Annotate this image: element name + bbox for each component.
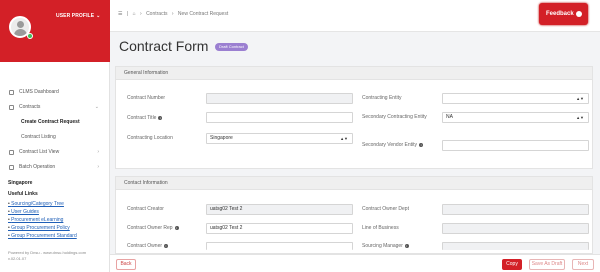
online-status-icon xyxy=(27,33,33,39)
sidebar-item-contracts[interactable]: Contracts ⌄ xyxy=(0,100,110,115)
page-title: Contract Form xyxy=(119,38,209,54)
general-information-section: General Information Contract Number Cont… xyxy=(115,66,593,169)
sidebar-item-clms-dashboard[interactable]: CLMS Dashboard xyxy=(0,85,110,100)
contract-owner-rep-label-wrap: Contract Owner Rep i xyxy=(127,225,179,232)
breadcrumb-contracts[interactable]: Contracts xyxy=(146,11,167,17)
useful-link[interactable]: Procurement eLearning xyxy=(8,216,77,224)
contract-owner-rep-label: Contract Owner Rep xyxy=(127,225,173,231)
smiley-icon xyxy=(576,11,582,17)
contracting-entity-label: Contracting Entity xyxy=(362,95,402,101)
copy-button[interactable]: Copy xyxy=(502,259,522,270)
contract-owner-dept-field xyxy=(442,204,589,215)
breadcrumb-separator: › xyxy=(140,11,142,17)
sidebar-subitem-contract-listing[interactable]: Contract Listing xyxy=(0,130,110,145)
sidebar-nav: CLMS Dashboard Contracts ⌄ Create Contra… xyxy=(0,85,110,175)
contracting-location-label: Contracting Location xyxy=(127,135,173,141)
contracts-icon xyxy=(9,105,14,110)
contracting-location-select[interactable]: Singapore ▲▼ xyxy=(206,133,353,144)
user-profile-menu[interactable]: USER PROFILE ⌄ xyxy=(56,13,100,19)
dashboard-icon xyxy=(9,90,14,95)
contract-number-field xyxy=(206,93,353,104)
info-icon[interactable]: i xyxy=(174,225,179,230)
status-badge: Draft Contract xyxy=(215,43,248,51)
version-text: v.02.01.07 xyxy=(8,256,27,261)
contracting-location-value: Singapore xyxy=(210,135,233,141)
useful-links-title: Useful Links xyxy=(8,191,38,197)
select-caret-icon: ▲▼ xyxy=(340,136,348,141)
contract-title-label-wrap: Contract Title i xyxy=(127,115,163,122)
chevron-down-icon: ⌄ xyxy=(94,104,99,110)
useful-link[interactable]: Sourcing/Category Tree xyxy=(8,200,77,208)
chevron-right-icon: › xyxy=(97,149,99,155)
feedback-label: Feedback xyxy=(546,11,574,17)
breadcrumb-separator: | xyxy=(126,11,129,17)
sourcing-manager-label: Sourcing Manager xyxy=(362,243,403,249)
contract-creator-field: uatsg02 Test 2 xyxy=(206,204,353,215)
line-of-business-field xyxy=(442,223,589,234)
form-footer: Back Copy Save As Draft Next xyxy=(110,254,600,272)
current-country: Singapore xyxy=(8,180,33,186)
section-header: General Information xyxy=(116,67,592,80)
select-caret-icon: ▲▼ xyxy=(576,96,584,101)
line-of-business-label: Line of Business xyxy=(362,225,399,231)
chevron-right-icon: › xyxy=(97,164,99,170)
save-as-draft-button[interactable]: Save As Draft xyxy=(529,259,565,270)
contract-owner-field[interactable] xyxy=(206,242,353,250)
breadcrumb: ☰ | ⌂ › Contracts › New Contract Request xyxy=(118,11,231,17)
secondary-vendor-label: Secondary Vendor Entity xyxy=(362,142,418,148)
useful-link[interactable]: Group Procurement Policy xyxy=(8,224,77,232)
sidebar-item-label: Contracts xyxy=(19,104,41,110)
info-icon[interactable]: i xyxy=(164,243,169,248)
sourcing-manager-label-wrap: Sourcing Manager i xyxy=(362,243,409,250)
contract-title-label: Contract Title xyxy=(127,115,157,121)
useful-links-list: Sourcing/Category Tree User Guides Procu… xyxy=(8,200,77,240)
secondary-vendor-field[interactable] xyxy=(442,140,589,151)
useful-link[interactable]: User Guides xyxy=(8,208,77,216)
useful-link[interactable]: Group Procurement Standard xyxy=(8,232,77,240)
contract-owner-label-wrap: Contract Owner i xyxy=(127,243,169,250)
contract-owner-label: Contract Owner xyxy=(127,243,163,249)
powered-by: Powered by Dnsu - www.dnsu.holdings.com … xyxy=(8,250,86,262)
contract-title-field[interactable] xyxy=(206,112,353,123)
info-icon[interactable]: i xyxy=(158,115,163,120)
contracting-entity-select[interactable]: ▲▼ xyxy=(442,93,589,104)
list-icon xyxy=(9,150,14,155)
feedback-button[interactable]: Feedback xyxy=(539,3,588,25)
home-icon[interactable]: ⌂ xyxy=(133,11,136,17)
back-button[interactable]: Back xyxy=(116,259,136,270)
info-icon[interactable]: i xyxy=(419,142,424,147)
breadcrumb-current: New Contract Request xyxy=(177,11,229,17)
sidebar-item-label: CLMS Dashboard xyxy=(19,89,59,95)
sidebar: USER PROFILE ⌄ CLMS Dashboard Contracts ⌄… xyxy=(0,0,110,272)
sidebar-item-label: Contract List View xyxy=(19,149,60,155)
top-bar: ☰ | ⌂ › Contracts › New Contract Request… xyxy=(110,0,600,32)
contact-information-section: Contact Information Contract Creator uat… xyxy=(115,176,593,254)
contract-creator-label: Contract Creator xyxy=(127,206,164,212)
sourcing-manager-field xyxy=(442,242,589,250)
next-button[interactable]: Next xyxy=(572,259,594,270)
sidebar-header: USER PROFILE ⌄ xyxy=(0,0,110,62)
contract-number-label: Contract Number xyxy=(127,95,166,101)
secondary-contracting-entity-select[interactable]: NA ▲▼ xyxy=(442,112,589,123)
section-header: Contact Information xyxy=(116,177,592,190)
sidebar-item-label: Batch Operation xyxy=(19,164,56,170)
secondary-vendor-label-wrap: Secondary Vendor Entity i xyxy=(362,142,424,149)
info-icon[interactable]: i xyxy=(404,243,409,248)
contract-owner-rep-field[interactable]: uatsg02 Test 2 xyxy=(206,223,353,234)
contract-owner-dept-label: Contract Owner Dept xyxy=(362,206,409,212)
batch-icon xyxy=(9,165,14,170)
user-profile-label: USER PROFILE xyxy=(56,13,95,19)
secondary-contracting-entity-value: NA xyxy=(446,114,453,120)
select-caret-icon: ▲▼ xyxy=(576,115,584,120)
chevron-down-icon: ⌄ xyxy=(96,13,101,19)
sidebar-subitem-create-contract-request[interactable]: Create Contract Request xyxy=(0,115,110,130)
menu-icon[interactable]: ☰ xyxy=(118,11,122,17)
breadcrumb-separator: › xyxy=(171,11,174,17)
secondary-contracting-entity-label: Secondary Contracting Entity xyxy=(362,114,427,120)
sidebar-item-contract-list-view[interactable]: Contract List View › xyxy=(0,145,110,160)
sidebar-item-batch-operation[interactable]: Batch Operation › xyxy=(0,160,110,175)
